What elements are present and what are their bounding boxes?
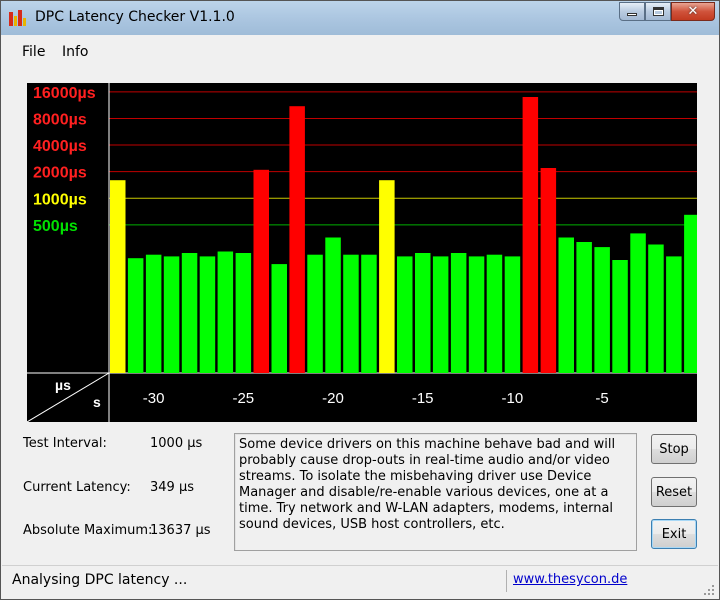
- latency-bar: [486, 254, 503, 373]
- latency-bar: [415, 253, 431, 373]
- y-tick-label: 500µs: [33, 218, 78, 235]
- latency-bar: [450, 253, 467, 373]
- latency-bar: [504, 256, 521, 373]
- y-tick-label: 8000µs: [33, 111, 87, 128]
- title-bar[interactable]: DPC Latency Checker V1.1.0 ✕: [1, 1, 719, 35]
- reset-button[interactable]: Reset: [651, 477, 697, 507]
- minimize-icon: [627, 13, 637, 16]
- y-tick-label: 4000µs: [33, 138, 87, 155]
- menu-bar: File Info: [2, 37, 718, 65]
- corner-label-y: µs: [55, 377, 71, 393]
- caption-buttons: ✕: [619, 2, 715, 22]
- bar-chart-app-icon: [9, 10, 26, 26]
- latency-bar: [558, 237, 574, 373]
- current-latency-value: 349 µs: [150, 480, 194, 495]
- status-text: Analysing DPC latency ...: [12, 572, 188, 588]
- latency-bar: [145, 254, 162, 373]
- latency-bar: [127, 258, 144, 373]
- latency-bar: [163, 256, 180, 373]
- latency-bar: [235, 253, 252, 373]
- latency-bar: [307, 254, 323, 373]
- x-tick-label: -10: [502, 390, 524, 407]
- test-interval-value: 1000 µs: [150, 436, 203, 451]
- latency-bar: [289, 106, 305, 373]
- latency-bar: [432, 256, 449, 373]
- maximize-icon: [652, 7, 664, 16]
- y-tick-label: 16000µs: [33, 85, 96, 102]
- latency-bar: [361, 254, 377, 373]
- latency-bar: [576, 242, 592, 373]
- latency-bar: [468, 256, 485, 373]
- latency-bar: [181, 253, 198, 373]
- x-tick-label: -30: [143, 390, 165, 407]
- latency-bar: [199, 256, 216, 373]
- close-icon: ✕: [687, 4, 699, 19]
- status-message-box: Some device drivers on this machine beha…: [234, 433, 637, 551]
- test-interval-label: Test Interval:: [23, 436, 107, 451]
- latency-bar: [343, 254, 359, 373]
- latency-bar: [325, 237, 341, 373]
- latency-bar: [271, 264, 287, 373]
- window-title: DPC Latency Checker V1.1.0: [35, 9, 235, 25]
- current-latency-label: Current Latency:: [23, 480, 131, 495]
- maximize-button[interactable]: [645, 2, 671, 21]
- latency-bar: [522, 97, 539, 373]
- latency-chart: 16000µs 8000µs 4000µs 2000µs 1000µs 500µs µs s -…: [27, 83, 697, 422]
- exit-button[interactable]: Exit: [651, 519, 697, 549]
- menu-file[interactable]: File: [22, 44, 45, 60]
- x-tick-label: -15: [412, 390, 434, 407]
- app-window: DPC Latency Checker V1.1.0 ✕ File Info 1…: [0, 0, 720, 600]
- latency-bar: [666, 256, 682, 373]
- latency-bar: [253, 169, 269, 373]
- absolute-maximum-label: Absolute Maximum:: [23, 523, 153, 538]
- latency-chart-svg: 16000µs 8000µs 4000µs 2000µs 1000µs 500µs µs s -…: [27, 83, 697, 422]
- status-bar: Analysing DPC latency ... www.thesycon.d…: [2, 565, 718, 599]
- stop-button[interactable]: Stop: [651, 434, 697, 464]
- x-tick-label: -20: [322, 390, 344, 407]
- latency-bar: [110, 180, 126, 373]
- latency-bar: [648, 244, 664, 373]
- close-button[interactable]: ✕: [671, 2, 715, 21]
- menu-info[interactable]: Info: [62, 44, 89, 60]
- latency-bar: [630, 233, 646, 373]
- latency-bar: [684, 214, 697, 373]
- latency-bar: [217, 251, 234, 373]
- y-tick-label: 1000µs: [33, 191, 87, 208]
- y-tick-label: 2000µs: [33, 165, 87, 182]
- absolute-maximum-value: 13637 µs: [150, 523, 211, 538]
- resize-grip-icon[interactable]: [703, 584, 715, 596]
- latency-bar: [540, 168, 557, 373]
- latency-bar: [612, 260, 628, 373]
- website-link[interactable]: www.thesycon.de: [513, 572, 627, 587]
- status-separator: [506, 570, 507, 592]
- x-tick-label: -25: [232, 390, 254, 407]
- latency-bar: [379, 180, 395, 373]
- minimize-button[interactable]: [619, 2, 645, 21]
- latency-bar: [397, 256, 413, 373]
- x-tick-label: -5: [595, 390, 608, 407]
- latency-bar: [594, 247, 610, 373]
- corner-label-x: s: [93, 394, 101, 410]
